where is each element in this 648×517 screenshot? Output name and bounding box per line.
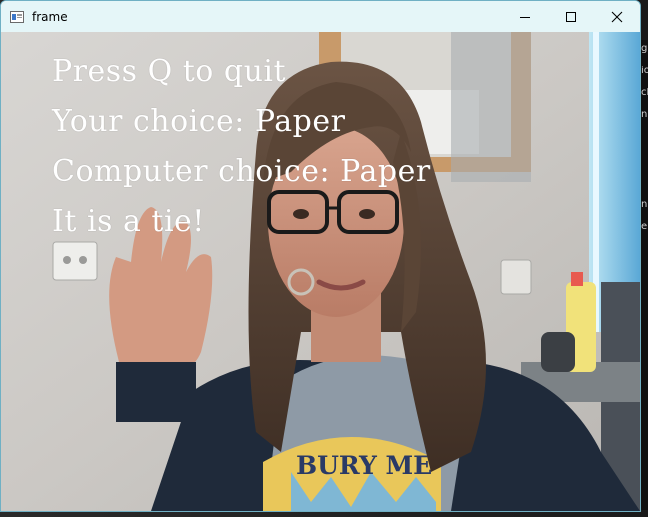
maximize-icon <box>566 11 576 22</box>
desktop-strip-glyph: ch <box>641 88 648 98</box>
desktop-strip-glyph: n <box>641 110 648 120</box>
opencv-window-icon <box>10 10 24 23</box>
window-title: frame <box>32 9 68 24</box>
app-window: frame BURY ME Press Q to quit Your choic… <box>0 0 641 512</box>
maximize-button[interactable] <box>548 1 594 32</box>
close-icon <box>611 11 623 22</box>
shirt-text: BURY ME <box>296 451 432 480</box>
desktop-strip-glyph: io <box>641 66 648 76</box>
overlay-instruction: Press Q to quit <box>52 54 287 89</box>
desktop-strip-glyph: g <box>641 44 648 54</box>
close-button[interactable] <box>594 1 640 32</box>
wall-socket <box>52 241 98 281</box>
minimize-icon <box>520 16 530 18</box>
desktop-strip-glyph: e <box>641 222 648 232</box>
desktop-strip-glyph: n <box>641 200 648 210</box>
overlay-computer-choice: Computer choice: Paper <box>52 154 431 189</box>
window-controls <box>502 1 640 32</box>
minimize-button[interactable] <box>502 1 548 32</box>
title-bar[interactable]: frame <box>1 1 640 32</box>
webcam-frame: BURY ME Press Q to quit Your choice: Pap… <box>1 32 640 511</box>
overlay-result: It is a tie! <box>52 204 205 239</box>
overlay-your-choice: Your choice: Paper <box>52 104 346 139</box>
